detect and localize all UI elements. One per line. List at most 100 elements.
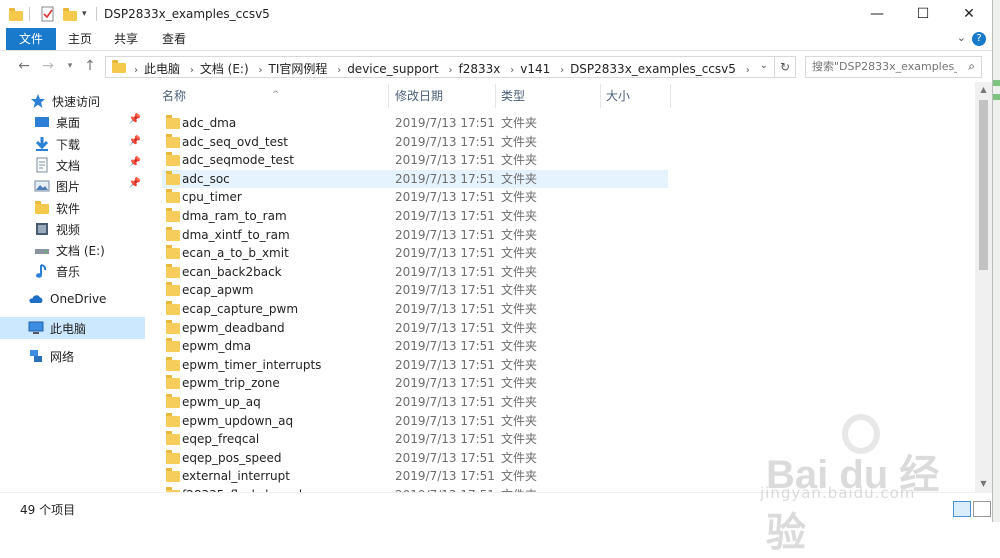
file-row[interactable]: epwm_timer_interrupts 2019/7/13 17:51 文件夹 [162, 356, 668, 374]
file-row[interactable]: adc_seqmode_test 2019/7/13 17:51 文件夹 [162, 151, 668, 169]
breadcrumb-item[interactable]: f2833x [459, 62, 501, 76]
file-row[interactable]: ecap_apwm 2019/7/13 17:51 文件夹 [162, 281, 668, 299]
refresh-button[interactable]: ↻ [774, 56, 796, 78]
column-header-type[interactable]: 类型 [495, 82, 601, 110]
chevron-right-icon: › [745, 65, 750, 76]
forward-button[interactable]: → [38, 57, 58, 75]
breadcrumb-item[interactable]: v141 [520, 62, 550, 76]
properties-icon[interactable] [40, 6, 56, 22]
file-date: 2019/7/13 17:51 [395, 450, 495, 465]
file-date: 2019/7/13 17:51 [395, 469, 495, 484]
breadcrumb-item[interactable]: 文档 (E:) [200, 62, 249, 76]
search-input[interactable] [806, 57, 957, 75]
file-name: adc_seq_ovd_test [182, 134, 288, 149]
sidebar-item-software[interactable]: 软件 [0, 197, 145, 219]
sidebar-item-label: 网络 [50, 349, 75, 364]
scrollbar-thumb[interactable] [979, 100, 988, 270]
file-row[interactable]: epwm_deadband 2019/7/13 17:51 文件夹 [162, 319, 668, 337]
sidebar-item-pictures[interactable]: 图片 📌 [0, 175, 145, 197]
file-row[interactable]: adc_dma 2019/7/13 17:51 文件夹 [162, 114, 668, 132]
breadcrumb-item[interactable]: DSP2833x_examples_ccsv5 [570, 62, 736, 76]
sidebar-item-network[interactable]: 网络 [0, 345, 145, 367]
file-name: ecap_apwm [182, 283, 254, 298]
file-name: epwm_deadband [182, 320, 285, 335]
folder-icon [166, 133, 180, 148]
file-row[interactable]: dma_ram_to_ram 2019/7/13 17:51 文件夹 [162, 207, 668, 225]
details-view-button[interactable] [953, 501, 971, 517]
new-folder-icon[interactable] [62, 6, 78, 22]
breadcrumb-item[interactable]: 此电脑 [144, 62, 180, 76]
file-row[interactable]: epwm_updown_aq 2019/7/13 17:51 文件夹 [162, 412, 668, 430]
help-button[interactable]: ? [972, 32, 986, 46]
sidebar-item-drive-e[interactable]: 文档 (E:) [0, 239, 145, 261]
file-row[interactable]: external_interrupt 2019/7/13 17:51 文件夹 [162, 467, 668, 485]
tab-share[interactable]: 共享 [106, 28, 146, 50]
tab-view[interactable]: 查看 [154, 28, 194, 50]
tab-file[interactable]: 文件 [6, 28, 56, 50]
file-row[interactable]: epwm_up_aq 2019/7/13 17:51 文件夹 [162, 393, 668, 411]
sidebar-item-downloads[interactable]: 下载 📌 [0, 133, 145, 155]
address-bar[interactable]: › 此电脑 › 文档 (E:) › TI官网例程 › device_support › f… [105, 56, 775, 78]
back-button[interactable]: ← [14, 57, 34, 75]
file-date: 2019/7/13 17:51 [395, 357, 495, 372]
recent-locations-button[interactable]: ▾ [60, 57, 80, 75]
large-icons-view-button[interactable] [973, 501, 991, 517]
column-header-date[interactable]: 修改日期 [389, 82, 495, 110]
file-row[interactable]: epwm_dma 2019/7/13 17:51 文件夹 [162, 337, 668, 355]
file-type: 文件夹 [501, 339, 538, 354]
chevron-right-icon: › [134, 65, 138, 76]
sidebar-item-desktop[interactable]: 桌面 📌 [0, 111, 145, 133]
navigation-bar: ← → ▾ ↑ › 此电脑 › 文档 (E:) › TI官网例程 › device_su… [0, 51, 992, 81]
folder-icon [166, 226, 180, 241]
address-dropdown-icon[interactable]: ⌄ [760, 60, 768, 71]
pin-icon[interactable]: 📌 [129, 157, 141, 168]
breadcrumb-item[interactable]: device_support [347, 62, 439, 76]
file-explorer-window: ▾ DSP2833x_examples_ccsv5 — ☐ ✕ 文件 主页 共享… [0, 0, 993, 522]
file-row[interactable]: adc_soc 2019/7/13 17:51 文件夹 [162, 169, 668, 188]
sidebar-item-documents[interactable]: 文档 📌 [0, 154, 145, 176]
pin-icon[interactable]: 📌 [129, 178, 141, 189]
file-name: epwm_updown_aq [182, 413, 294, 428]
search-box[interactable]: ⌕ [805, 56, 982, 78]
maximize-button[interactable]: ☐ [900, 0, 946, 28]
collapse-ribbon-icon[interactable]: ⌄ [957, 31, 966, 44]
sidebar-item-label: 此电脑 [50, 321, 87, 336]
search-icon[interactable]: ⌕ [968, 59, 975, 74]
file-type: 文件夹 [501, 116, 538, 130]
pin-icon[interactable]: 📌 [129, 136, 141, 147]
file-name: eqep_freqcal [182, 432, 260, 447]
desktop-icon [34, 114, 50, 130]
file-row[interactable]: epwm_trip_zone 2019/7/13 17:51 文件夹 [162, 374, 668, 392]
file-row[interactable]: dma_xintf_to_ram 2019/7/13 17:51 文件夹 [162, 226, 668, 244]
column-header-name[interactable]: 名称 ^ [156, 82, 388, 110]
up-button[interactable]: ↑ [80, 57, 100, 75]
sidebar-item-quick-access[interactable]: 快速访问 [0, 90, 145, 112]
window-folder-icon [8, 6, 24, 22]
tab-home[interactable]: 主页 [60, 28, 100, 50]
file-row[interactable]: eqep_pos_speed 2019/7/13 17:51 文件夹 [162, 449, 668, 467]
scroll-up-icon[interactable]: ▲ [975, 82, 992, 98]
scroll-down-icon[interactable]: ▼ [975, 476, 992, 492]
breadcrumb-item[interactable]: TI官网例程 [268, 62, 327, 76]
file-row[interactable]: cpu_timer 2019/7/13 17:51 文件夹 [162, 188, 668, 206]
vertical-scrollbar[interactable]: ▲ ▼ [975, 82, 992, 492]
folder-icon [166, 115, 180, 129]
file-name: epwm_timer_interrupts [182, 357, 322, 372]
sidebar-item-music[interactable]: 音乐 [0, 260, 145, 282]
close-button[interactable]: ✕ [946, 0, 992, 28]
file-row[interactable]: ecan_back2back 2019/7/13 17:51 文件夹 [162, 263, 668, 281]
file-row[interactable]: ecap_capture_pwm 2019/7/13 17:51 文件夹 [162, 300, 668, 318]
sidebar-item-this-pc[interactable]: 此电脑 [0, 317, 145, 339]
column-divider[interactable] [670, 84, 671, 108]
file-row[interactable]: eqep_freqcal 2019/7/13 17:51 文件夹 [162, 430, 668, 448]
file-name: external_interrupt [182, 469, 290, 484]
column-header-size[interactable]: 大小 [600, 82, 670, 110]
minimize-button[interactable]: — [854, 0, 900, 28]
sidebar-item-onedrive[interactable]: OneDrive [0, 288, 145, 310]
file-row[interactable]: adc_seq_ovd_test 2019/7/13 17:51 文件夹 [162, 133, 668, 151]
file-row[interactable]: ecan_a_to_b_xmit 2019/7/13 17:51 文件夹 [162, 244, 668, 262]
sidebar-item-videos[interactable]: 视频 [0, 218, 145, 240]
pin-icon[interactable]: 📌 [129, 114, 141, 125]
file-date: 2019/7/13 17:51 [395, 339, 495, 354]
star-icon [30, 93, 46, 109]
